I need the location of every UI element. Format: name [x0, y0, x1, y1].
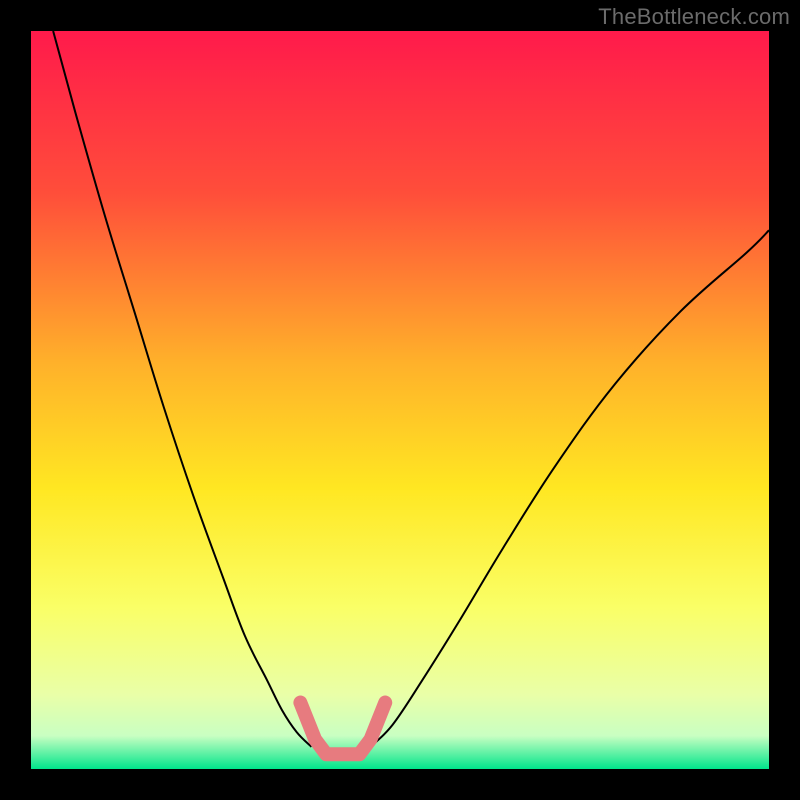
- plot-area: [31, 31, 769, 769]
- gradient-background: [31, 31, 769, 769]
- chart-frame: TheBottleneck.com: [0, 0, 800, 800]
- plot-svg: [31, 31, 769, 769]
- watermark-label: TheBottleneck.com: [598, 4, 790, 30]
